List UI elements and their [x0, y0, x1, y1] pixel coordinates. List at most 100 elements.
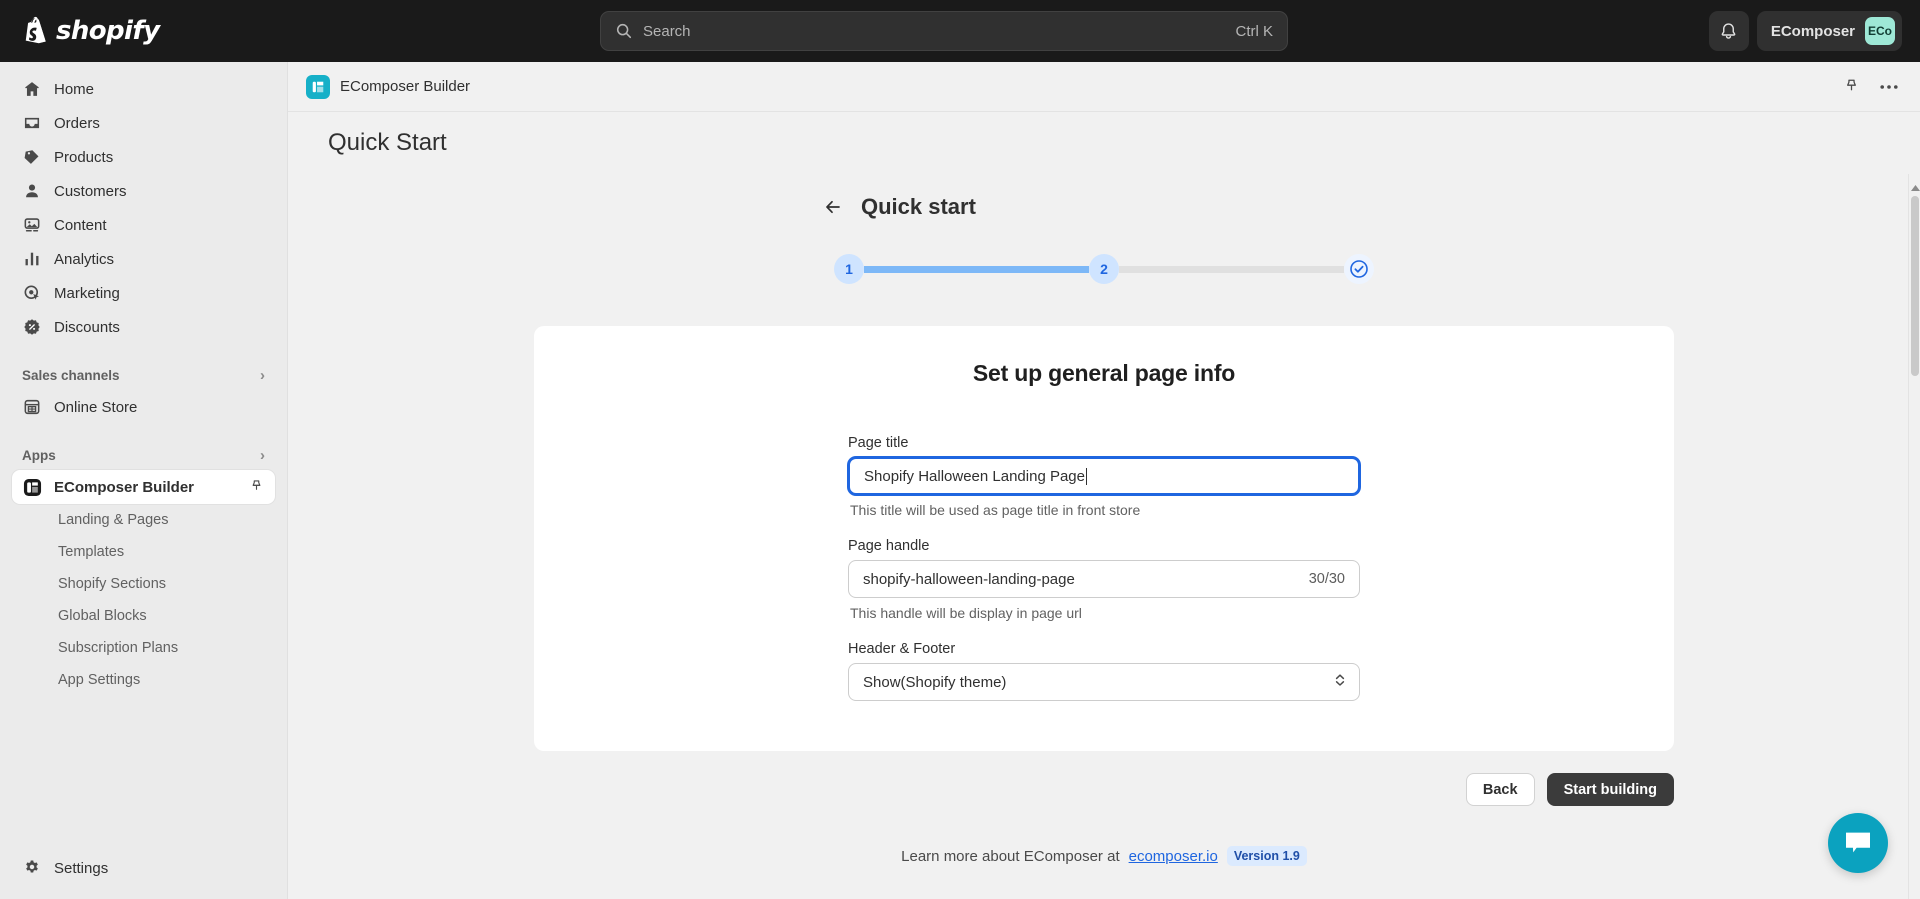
- page-title-input[interactable]: Shopify Halloween Landing Page: [848, 457, 1360, 495]
- home-icon: [22, 79, 42, 99]
- shopify-logo[interactable]: shopify: [0, 16, 288, 46]
- check-circle-icon: [1344, 254, 1374, 284]
- page-handle-value: shopify-halloween-landing-page: [863, 570, 1075, 588]
- sidebar-subitem-landing-pages[interactable]: Landing & Pages: [12, 504, 275, 536]
- scrollbar-thumb[interactable]: [1911, 196, 1919, 376]
- sidebar-item-label: EComposer Builder: [54, 478, 195, 496]
- section-label: Apps: [22, 447, 56, 463]
- sidebar-subitem-global-blocks[interactable]: Global Blocks: [12, 600, 275, 632]
- search-placeholder: Search: [643, 22, 691, 40]
- sidebar-item-customers[interactable]: Customers: [12, 174, 275, 208]
- vertical-scrollbar[interactable]: [1908, 174, 1920, 899]
- section-label: Sales channels: [22, 367, 120, 383]
- sidebar-item-label: Home: [54, 80, 95, 98]
- ellipsis-horizontal-icon[interactable]: [1880, 84, 1898, 90]
- sidebar-subitem-app-settings[interactable]: App Settings: [12, 664, 275, 696]
- sidebar-item-settings[interactable]: Settings: [12, 851, 275, 885]
- header-footer-select[interactable]: Show(Shopify theme): [848, 663, 1360, 701]
- page-handle-counter: 30/30: [1308, 571, 1345, 587]
- gear-icon: [22, 858, 42, 878]
- avatar: ECo: [1865, 17, 1895, 45]
- sidebar-item-discounts[interactable]: Discounts: [12, 310, 275, 344]
- sidebar-subitem-label: Global Blocks: [58, 608, 147, 624]
- sidebar-item-label: Online Store: [54, 398, 138, 416]
- page-handle-field-group: Page handle shopify-halloween-landing-pa…: [848, 538, 1360, 598]
- content-inner: Quick start 1 2 Set up general page info: [288, 174, 1920, 866]
- ecomposer-logo-icon: [306, 74, 330, 99]
- footer-note: Learn more about EComposer at ecomposer.…: [288, 846, 1920, 866]
- quick-start-title: Quick start: [861, 194, 976, 219]
- header-footer-value: Show(Shopify theme): [863, 673, 1007, 691]
- app-bar-actions: [1843, 78, 1898, 95]
- step-1-circle[interactable]: 1: [834, 254, 864, 284]
- arrow-left-icon[interactable]: [823, 197, 843, 217]
- notifications-button[interactable]: [1708, 11, 1749, 51]
- search-icon: [616, 23, 632, 39]
- sidebar-section-apps[interactable]: Apps ›: [12, 440, 275, 470]
- app-shell: Home Orders Products Customers Content A…: [0, 62, 1920, 899]
- person-icon: [22, 181, 42, 201]
- bar-chart-icon: [22, 249, 42, 269]
- step-2-circle[interactable]: 2: [1089, 254, 1119, 284]
- page-title-field-group: Page title Shopify Halloween Landing Pag…: [848, 435, 1360, 495]
- embedded-app-bar: EComposer Builder: [288, 62, 1920, 112]
- sidebar-item-orders[interactable]: Orders: [12, 106, 275, 140]
- ecomposer-link[interactable]: ecomposer.io: [1129, 848, 1218, 865]
- sidebar-section-sales-channels[interactable]: Sales channels ›: [12, 360, 275, 390]
- sidebar-item-label: Discounts: [54, 318, 120, 336]
- sidebar-item-content[interactable]: Content: [12, 208, 275, 242]
- chevron-updown-icon: [1333, 671, 1347, 694]
- back-button[interactable]: Back: [1465, 773, 1535, 806]
- page-title-bar: Quick Start: [288, 112, 1920, 174]
- main-region: EComposer Builder Quick Start Quick star…: [288, 62, 1920, 899]
- page-handle-input[interactable]: shopify-halloween-landing-page 30/30: [848, 560, 1360, 598]
- sidebar-subitem-templates[interactable]: Templates: [12, 536, 275, 568]
- sidebar-item-online-store[interactable]: Online Store: [12, 390, 275, 424]
- sidebar-item-label: Orders: [54, 114, 100, 132]
- pin-icon[interactable]: [1843, 78, 1860, 95]
- tag-icon: [22, 147, 42, 167]
- pin-icon[interactable]: [249, 479, 265, 495]
- page-title-label: Page title: [848, 435, 909, 451]
- sidebar-item-home[interactable]: Home: [12, 72, 275, 106]
- sidebar-item-label: Customers: [54, 182, 127, 200]
- sidebar-item-ecomposer-builder[interactable]: EComposer Builder: [12, 470, 275, 504]
- card-actions: Back Start building: [534, 773, 1674, 806]
- global-search-input[interactable]: Search Ctrl K: [600, 11, 1288, 51]
- sidebar-item-label: Products: [54, 148, 114, 166]
- footer-text: Learn more about EComposer at: [901, 847, 1120, 865]
- chat-support-button[interactable]: [1828, 813, 1888, 873]
- sidebar-subitem-label: Templates: [58, 544, 125, 560]
- sidebar-subitem-label: Landing & Pages: [58, 512, 169, 528]
- sidebar-subitem-shopify-sections[interactable]: Shopify Sections: [12, 568, 275, 600]
- step-connector-2-todo: [1119, 265, 1344, 273]
- sidebar-item-products[interactable]: Products: [12, 140, 275, 174]
- start-building-button[interactable]: Start building: [1546, 773, 1674, 806]
- setup-card: Set up general page info Page title Shop…: [534, 326, 1674, 751]
- content-scroll-area: Quick start 1 2 Set up general page info: [288, 174, 1920, 899]
- chevron-right-icon: ›: [260, 366, 265, 384]
- version-badge: Version 1.9: [1226, 846, 1307, 866]
- target-click-icon: [22, 283, 42, 303]
- image-icon: [22, 215, 42, 235]
- app-bar-title: EComposer Builder: [340, 78, 471, 95]
- shopify-bag-icon: [25, 16, 46, 44]
- page-handle-help: This handle will be display in page url: [850, 605, 1082, 621]
- chevron-right-icon: ›: [260, 446, 265, 464]
- ecomposer-logo-icon: [22, 477, 42, 497]
- progress-stepper: 1 2: [288, 254, 1920, 284]
- card-heading: Set up general page info: [972, 360, 1236, 386]
- sidebar-item-marketing[interactable]: Marketing: [12, 276, 275, 310]
- discount-badge-icon: [22, 317, 42, 337]
- scroll-up-arrow-icon[interactable]: [1911, 179, 1920, 197]
- quick-start-header: Quick start: [288, 184, 1920, 230]
- sidebar-item-label: Settings: [54, 859, 109, 877]
- sidebar-subitem-subscription-plans[interactable]: Subscription Plans: [12, 632, 275, 664]
- account-button[interactable]: EComposer ECo: [1756, 11, 1902, 51]
- main-sidebar: Home Orders Products Customers Content A…: [0, 62, 288, 899]
- topbar-right-cluster: EComposer ECo: [1708, 11, 1920, 51]
- step-connector-1-done: [864, 265, 1089, 273]
- sidebar-subitem-label: App Settings: [58, 672, 141, 688]
- sidebar-item-analytics[interactable]: Analytics: [12, 242, 275, 276]
